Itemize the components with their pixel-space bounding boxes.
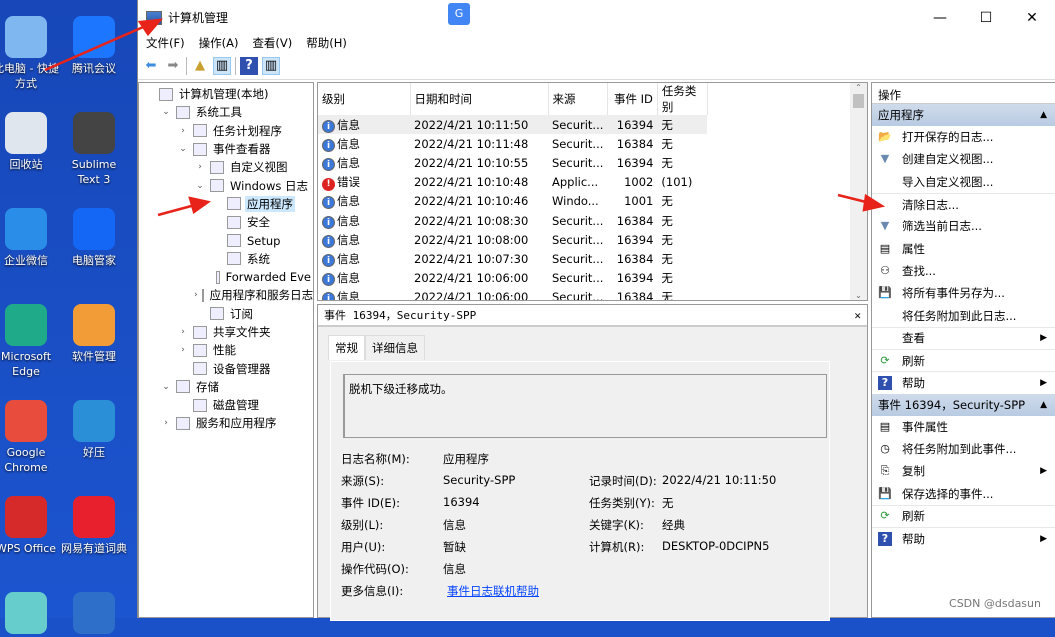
annotation-arrow-head [137, 18, 163, 37]
annotation-arrow [44, 22, 151, 72]
watermark: CSDN @dsdasun [949, 597, 1041, 610]
annotation-arrows [44, 18, 886, 217]
annotation-arrow-head [862, 193, 886, 212]
annotation-arrow-head [188, 196, 212, 215]
annotation-arrow [157, 203, 196, 217]
